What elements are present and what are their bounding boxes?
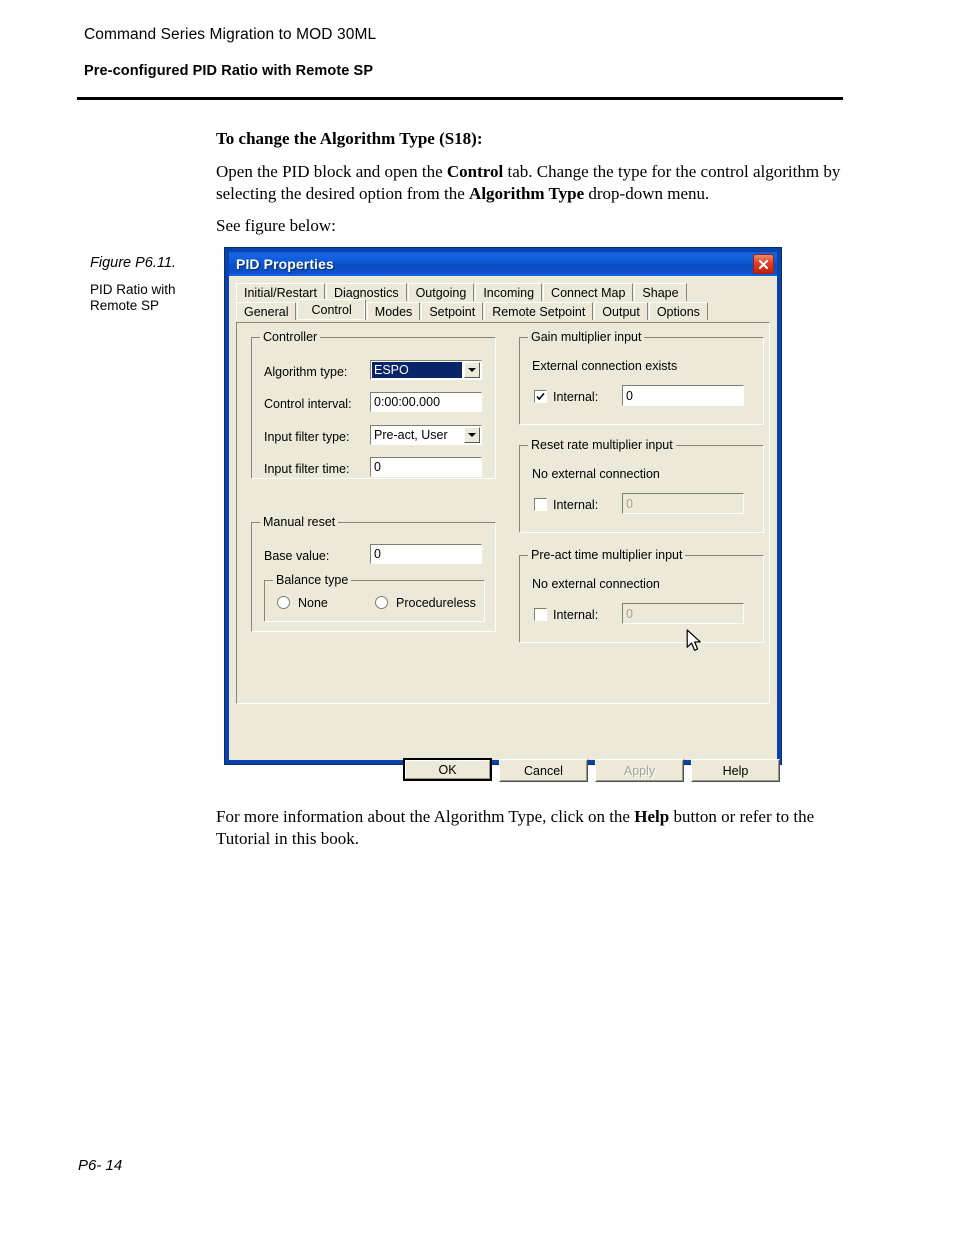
tab-incoming[interactable]: Incoming [475,283,543,301]
tab-label: Modes [374,304,413,319]
gain-multiplier-internal-input[interactable]: 0 [622,385,744,406]
pid-properties-dialog: PID Properties Initial/Restart Diagnosti… [224,247,782,782]
apply-button: Apply [595,759,684,782]
tab-remote-setpoint[interactable]: Remote Setpoint [484,302,594,320]
preact-time-multiplier-internal-label: Internal: [553,608,599,622]
input-filter-time-input[interactable]: 0 [370,457,482,477]
close-icon[interactable] [753,254,774,274]
preact-time-multiplier-group-title: Pre-act time multiplier input [528,548,686,562]
preact-time-multiplier-status: No external connection [532,577,660,591]
preact-time-multiplier-internal-checkbox[interactable] [534,608,547,621]
tab-label: General [244,304,289,319]
reset-rate-multiplier-group: Reset rate multiplier input No external … [519,438,764,533]
para1-bold-control: Control [446,162,504,181]
reset-rate-multiplier-internal-label: Internal: [553,498,599,512]
radio-balance-none-label: None [298,596,328,610]
tab-label: Outgoing [415,285,467,300]
manual-reset-group-title: Manual reset [260,515,339,529]
dialog-title: PID Properties [236,256,334,272]
control-interval-input[interactable]: 0:00:00.000 [370,392,482,412]
algorithm-type-label: Algorithm type: [264,365,348,379]
radio-balance-none[interactable] [277,596,290,609]
radio-balance-procedureless-label: Procedureless [396,596,476,610]
preact-time-multiplier-group: Pre-act time multiplier input No externa… [519,548,764,643]
control-interval-label: Control interval: [264,397,352,411]
para3-bold-help: Help [634,807,670,826]
help-button[interactable]: Help [691,759,780,782]
input-filter-time-label: Input filter time: [264,462,350,476]
tab-label: Options [656,304,700,319]
tab-label: Connect Map [551,285,626,300]
tab-label: Incoming [483,285,535,300]
algorithm-type-combo[interactable]: ESPO [370,360,482,380]
tab-connect-map[interactable]: Connect Map [543,283,634,301]
para3-part-a: For more information about the Algorithm… [216,807,635,826]
base-value-input[interactable]: 0 [370,544,482,564]
instruction-paragraph: Open the PID block and open the Control … [216,161,841,205]
see-figure-text: See figure below: [216,216,336,235]
document-header-subtitle: Pre-configured PID Ratio with Remote SP [84,63,374,79]
tab-label: Diagnostics [333,285,399,300]
gain-multiplier-group: Gain multiplier input External connectio… [519,330,764,425]
figure-caption-body: PID Ratio with Remote SP [90,282,176,313]
reset-rate-multiplier-group-title: Reset rate multiplier input [528,438,676,452]
controller-group: Controller Algorithm type: ESPO Control … [251,330,496,479]
tab-options[interactable]: Options [648,302,708,320]
control-tab-panel-inner: Controller Algorithm type: ESPO Control … [236,322,770,704]
para1-bold-algorithm-type: Algorithm Type [469,184,585,203]
preact-time-multiplier-internal-input: 0 [622,603,744,624]
reset-rate-multiplier-internal-input: 0 [622,493,744,514]
tab-label: Control [311,303,352,317]
figure-caption-title: Figure P6.11. [90,255,176,271]
tab-label: Output [602,304,640,319]
balance-type-group-title: Balance type [273,573,352,587]
gain-multiplier-internal-label: Internal: [553,390,599,404]
tab-setpoint[interactable]: Setpoint [421,302,484,320]
para1-part-a: Open the PID block and open the [216,162,447,181]
tab-outgoing[interactable]: Outgoing [407,283,475,301]
algorithm-type-value: ESPO [372,362,462,378]
tab-label: Setpoint [429,304,476,319]
tab-general[interactable]: General [236,302,297,320]
tab-modes[interactable]: Modes [366,302,421,320]
section-heading: To change the Algorithm Type (S18): [216,129,483,148]
reset-rate-multiplier-status: No external connection [532,467,660,481]
tab-control[interactable]: Control [297,299,366,320]
manual-reset-group: Manual reset Base value: 0 Balance type … [251,515,496,632]
dialog-body: Initial/Restart Diagnostics Outgoing Inc… [229,276,780,782]
tab-label: Shape [642,285,679,300]
para1-part-e: drop-down menu. [584,184,710,203]
radio-balance-procedureless[interactable] [375,596,388,609]
controller-group-title: Controller [260,330,321,344]
tab-label: Remote Setpoint [492,304,586,319]
dialog-titlebar[interactable]: PID Properties [229,252,777,276]
page-number-footer: P6- 14 [78,1157,123,1174]
cancel-button[interactable]: Cancel [499,759,588,782]
ok-button[interactable]: OK [403,758,492,781]
tab-output[interactable]: Output [594,302,648,320]
gain-multiplier-status: External connection exists [532,359,678,373]
chevron-down-icon[interactable] [464,427,480,443]
gain-multiplier-internal-checkbox[interactable] [534,390,547,403]
document-header-title: Command Series Migration to MOD 30ML [84,26,377,43]
gain-multiplier-group-title: Gain multiplier input [528,330,645,344]
input-filter-type-label: Input filter type: [264,430,350,444]
control-tab-panel: Controller Algorithm type: ESPO Control … [236,322,770,704]
tab-shape[interactable]: Shape [634,283,687,301]
tabstrip: Initial/Restart Diagnostics Outgoing Inc… [236,282,770,322]
header-divider [77,97,843,100]
input-filter-type-combo[interactable]: Pre-act, User [370,425,482,445]
tab-row-2: General Control Modes Setpoint Remote Se… [236,299,770,320]
balance-type-group: Balance type None Procedureless [264,573,485,622]
input-filter-type-value: Pre-act, User [374,428,448,442]
tab-label: Initial/Restart [244,285,317,300]
base-value-label: Base value: [264,549,330,563]
chevron-down-icon[interactable] [464,362,480,378]
closing-paragraph: For more information about the Algorithm… [216,806,841,850]
reset-rate-multiplier-internal-checkbox[interactable] [534,498,547,511]
